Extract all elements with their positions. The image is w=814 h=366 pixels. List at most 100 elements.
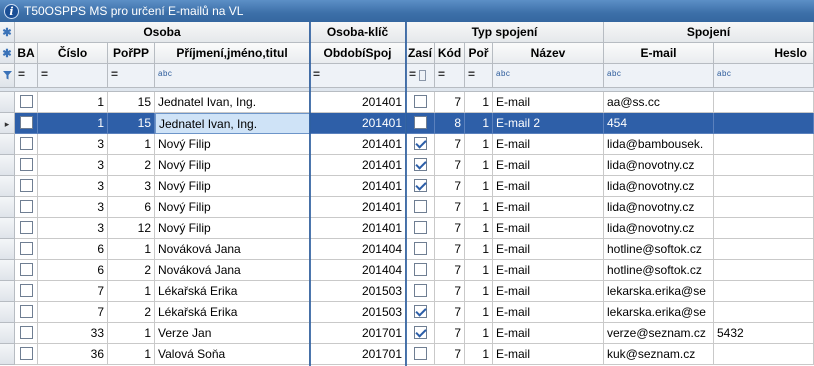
ba-checkbox[interactable] bbox=[19, 95, 33, 109]
zasi-checkbox[interactable] bbox=[413, 284, 427, 298]
cell-ba[interactable] bbox=[15, 239, 38, 260]
cell-heslo[interactable] bbox=[714, 113, 814, 134]
cell-email[interactable]: lida@bambousek. bbox=[604, 134, 714, 155]
cell-obdobi[interactable]: 201401 bbox=[310, 197, 406, 218]
row-indicator[interactable] bbox=[0, 323, 15, 344]
cell-email[interactable]: lida@novotny.cz bbox=[604, 218, 714, 239]
cell-kod[interactable]: 7 bbox=[435, 197, 465, 218]
row-indicator[interactable] bbox=[0, 218, 15, 239]
table-row[interactable]: 6 1 Nováková Jana 201404 7 1 E-mail hotline@sof… bbox=[0, 239, 814, 260]
zasi-checkbox[interactable] bbox=[413, 326, 427, 340]
cell-por[interactable]: 1 bbox=[465, 218, 493, 239]
cell-nazev[interactable]: E-mail bbox=[493, 92, 604, 113]
zasi-checkbox[interactable] bbox=[413, 95, 427, 109]
cell-prijmeni[interactable]: Lékařská Erika bbox=[155, 281, 310, 302]
cell-nazev[interactable]: E-mail bbox=[493, 260, 604, 281]
cell-por[interactable]: 1 bbox=[465, 134, 493, 155]
cell-porpp[interactable]: 2 bbox=[108, 302, 155, 323]
cell-por[interactable]: 1 bbox=[465, 239, 493, 260]
cell-ba[interactable] bbox=[15, 113, 38, 134]
cell-obdobi[interactable]: 201503 bbox=[310, 302, 406, 323]
cell-cislo[interactable]: 6 bbox=[38, 260, 108, 281]
cell-heslo[interactable] bbox=[714, 134, 814, 155]
zasi-checkbox[interactable] bbox=[413, 221, 427, 235]
filter-kod[interactable]: = bbox=[435, 64, 465, 88]
cell-heslo[interactable] bbox=[714, 239, 814, 260]
ba-checkbox[interactable] bbox=[19, 284, 33, 298]
row-indicator[interactable] bbox=[0, 281, 15, 302]
cell-porpp[interactable]: 15 bbox=[108, 92, 155, 113]
cell-porpp[interactable]: 1 bbox=[108, 134, 155, 155]
cell-ba[interactable] bbox=[15, 134, 38, 155]
cell-prijmeni[interactable]: Jednatel Ivan, Ing. bbox=[155, 113, 310, 134]
cell-heslo[interactable] bbox=[714, 176, 814, 197]
cell-obdobi[interactable]: 201401 bbox=[310, 92, 406, 113]
ba-checkbox[interactable] bbox=[19, 116, 33, 130]
cell-nazev[interactable]: E-mail bbox=[493, 197, 604, 218]
filter-obdobi[interactable]: = bbox=[310, 64, 406, 88]
cell-cislo[interactable]: 3 bbox=[38, 155, 108, 176]
cell-email[interactable]: aa@ss.cc bbox=[604, 92, 714, 113]
cell-heslo[interactable] bbox=[714, 344, 814, 365]
cell-ba[interactable] bbox=[15, 218, 38, 239]
cell-zasi[interactable] bbox=[406, 134, 435, 155]
cell-kod[interactable]: 7 bbox=[435, 155, 465, 176]
cell-nazev[interactable]: E-mail bbox=[493, 155, 604, 176]
row-indicator[interactable] bbox=[0, 197, 15, 218]
table-row[interactable]: 3 1 Nový Filip 201401 7 1 E-mail lida@bambousek… bbox=[0, 134, 814, 155]
cell-cislo[interactable]: 7 bbox=[38, 281, 108, 302]
cell-cislo[interactable]: 7 bbox=[38, 302, 108, 323]
cell-cislo[interactable]: 3 bbox=[38, 134, 108, 155]
cell-email[interactable]: lida@novotny.cz bbox=[604, 176, 714, 197]
zasi-checkbox[interactable] bbox=[413, 347, 427, 361]
cell-kod[interactable]: 7 bbox=[435, 323, 465, 344]
cell-prijmeni[interactable]: Nový Filip bbox=[155, 155, 310, 176]
zasi-checkbox[interactable] bbox=[413, 200, 427, 214]
cell-email[interactable]: lida@novotny.cz bbox=[604, 197, 714, 218]
table-row[interactable]: 1 15 Jednatel Ivan, Ing. 201401 7 1 E-mail aa@s… bbox=[0, 92, 814, 113]
zasi-checkbox[interactable] bbox=[413, 305, 427, 319]
cell-por[interactable]: 1 bbox=[465, 113, 493, 134]
zasi-checkbox[interactable] bbox=[413, 242, 427, 256]
cell-porpp[interactable]: 15 bbox=[108, 113, 155, 134]
filter-funnel-icon[interactable] bbox=[0, 64, 15, 88]
ba-checkbox[interactable] bbox=[19, 347, 33, 361]
cell-heslo[interactable] bbox=[714, 155, 814, 176]
cell-porpp[interactable]: 6 bbox=[108, 197, 155, 218]
cell-nazev[interactable]: E-mail bbox=[493, 323, 604, 344]
table-row[interactable]: 3 6 Nový Filip 201401 7 1 E-mail lida@novotny.c… bbox=[0, 197, 814, 218]
cell-nazev[interactable]: E-mail bbox=[493, 344, 604, 365]
cell-obdobi[interactable]: 201701 bbox=[310, 344, 406, 365]
column-header-kod[interactable]: Kód bbox=[435, 43, 465, 64]
cell-prijmeni[interactable]: Nový Filip bbox=[155, 176, 310, 197]
table-row[interactable]: 36 1 Valová Soňa 201701 7 1 E-mail kuk@seznam.c… bbox=[0, 344, 814, 365]
cell-prijmeni[interactable]: Lékařská Erika bbox=[155, 302, 310, 323]
cell-ba[interactable] bbox=[15, 323, 38, 344]
cell-por[interactable]: 1 bbox=[465, 197, 493, 218]
cell-nazev[interactable]: E-mail bbox=[493, 134, 604, 155]
cell-obdobi[interactable]: 201401 bbox=[310, 134, 406, 155]
cell-zasi[interactable] bbox=[406, 92, 435, 113]
column-header-heslo[interactable]: Heslo bbox=[714, 43, 814, 64]
cell-obdobi[interactable]: 201401 bbox=[310, 155, 406, 176]
cell-cislo[interactable]: 3 bbox=[38, 197, 108, 218]
row-indicator[interactable] bbox=[0, 134, 15, 155]
cell-zasi[interactable] bbox=[406, 323, 435, 344]
cell-kod[interactable]: 7 bbox=[435, 260, 465, 281]
ba-checkbox[interactable] bbox=[19, 263, 33, 277]
cell-obdobi[interactable]: 201503 bbox=[310, 281, 406, 302]
cell-ba[interactable] bbox=[15, 260, 38, 281]
cell-obdobi[interactable]: 201404 bbox=[310, 260, 406, 281]
cell-obdobi[interactable]: 201401 bbox=[310, 176, 406, 197]
cell-ba[interactable] bbox=[15, 176, 38, 197]
cell-prijmeni[interactable]: Nový Filip bbox=[155, 134, 310, 155]
zasi-checkbox[interactable] bbox=[413, 263, 427, 277]
filter-por[interactable]: = bbox=[465, 64, 493, 88]
filter-cislo[interactable]: = bbox=[38, 64, 108, 88]
table-row[interactable]: 7 2 Lékařská Erika 201503 7 1 E-mail lekarska.e… bbox=[0, 302, 814, 323]
cell-nazev[interactable]: E-mail bbox=[493, 239, 604, 260]
column-header-email[interactable]: E-mail bbox=[604, 43, 714, 64]
cell-prijmeni[interactable]: Jednatel Ivan, Ing. bbox=[155, 92, 310, 113]
table-row[interactable]: 3 2 Nový Filip 201401 7 1 E-mail lida@novotny.c… bbox=[0, 155, 814, 176]
cell-kod[interactable]: 7 bbox=[435, 176, 465, 197]
